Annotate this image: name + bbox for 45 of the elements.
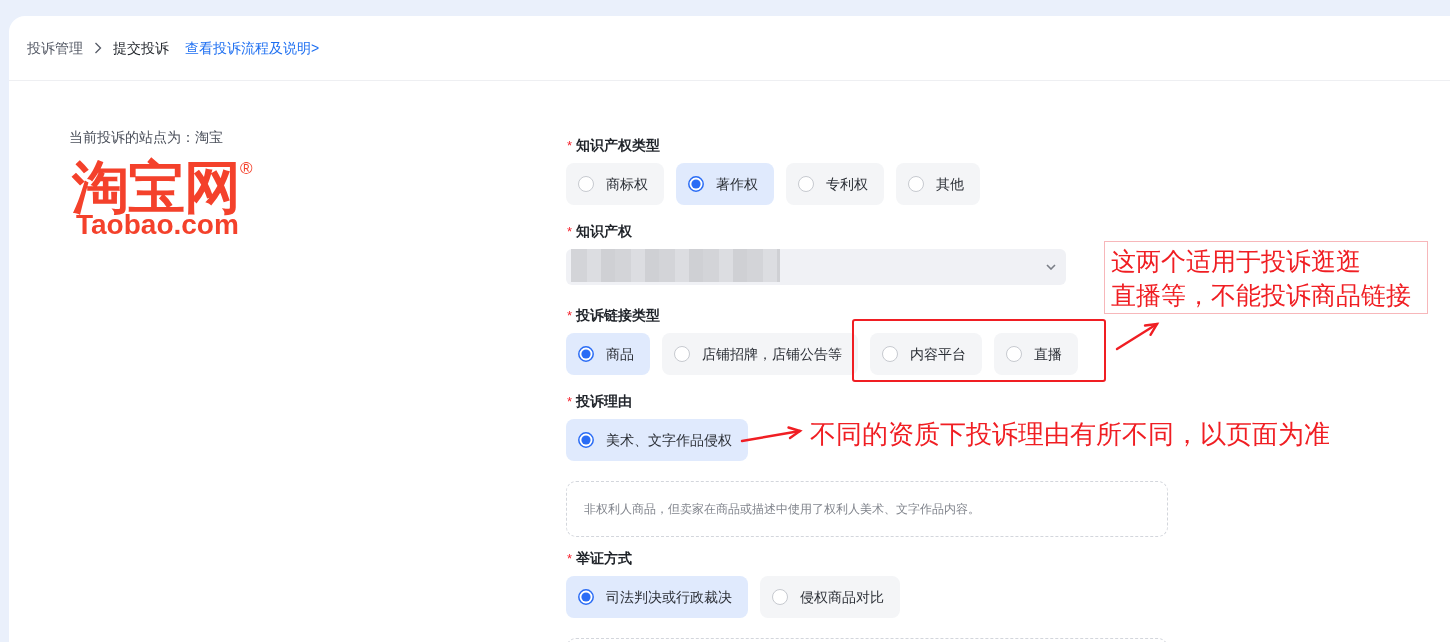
registered-mark: ® bbox=[240, 160, 253, 177]
radio-icon bbox=[578, 176, 594, 192]
field-label: 知识产权类型 bbox=[576, 135, 661, 155]
required-asterisk: * bbox=[567, 137, 573, 153]
description-text: 非权利人商品，但卖家在商品或描述中使用了权利人美术、文字作品内容。 bbox=[584, 501, 980, 518]
radio-icon bbox=[798, 176, 814, 192]
help-link[interactable]: 查看投诉流程及说明> bbox=[185, 37, 320, 59]
field-label: 举证方式 bbox=[576, 548, 633, 568]
radio-option[interactable]: 商品 bbox=[566, 333, 650, 375]
radio-icon bbox=[1006, 346, 1022, 362]
annotation-arrow bbox=[740, 424, 803, 444]
annotation-note: 这两个适用于投诉逛逛 直播等，不能投诉商品链接 bbox=[1104, 241, 1428, 314]
annotation-arrow bbox=[1114, 321, 1160, 352]
radio-selected-icon bbox=[578, 346, 594, 362]
radio-icon bbox=[674, 346, 690, 362]
radio-option[interactable]: 直播 bbox=[994, 333, 1078, 375]
radio-option[interactable]: 专利权 bbox=[786, 163, 884, 205]
chevron-right-icon bbox=[94, 42, 102, 54]
radio-selected-icon bbox=[578, 432, 594, 448]
dropdown-field[interactable] bbox=[566, 249, 1066, 285]
radio-option[interactable]: 商标权 bbox=[566, 163, 664, 205]
radio-option[interactable]: 侵权商品对比 bbox=[760, 576, 900, 618]
radio-selected-icon bbox=[688, 176, 704, 192]
field-label: 投诉理由 bbox=[576, 391, 633, 411]
radio-option[interactable]: 著作权 bbox=[676, 163, 774, 205]
radio-icon bbox=[772, 589, 788, 605]
radio-option[interactable]: 店铺招牌，店铺公告等 bbox=[662, 333, 858, 375]
radio-icon bbox=[908, 176, 924, 192]
radio-option[interactable]: 内容平台 bbox=[870, 333, 982, 375]
chevron-down-icon bbox=[1046, 264, 1056, 270]
annotation-text: 不同的资质下投诉理由有所不同，以页面为准 bbox=[810, 418, 1330, 451]
field-label: 投诉链接类型 bbox=[576, 305, 661, 325]
radio-selected-icon bbox=[578, 589, 594, 605]
breadcrumb-link[interactable]: 投诉管理 bbox=[27, 37, 83, 59]
required-asterisk: * bbox=[567, 550, 573, 566]
breadcrumb-current: 提交投诉 bbox=[113, 38, 169, 58]
required-asterisk: * bbox=[567, 307, 573, 323]
radio-option[interactable]: 美术、文字作品侵权 bbox=[566, 419, 748, 461]
required-asterisk: * bbox=[567, 223, 573, 239]
site-label: 当前投诉的站点为：淘宝 bbox=[69, 128, 223, 147]
field-label: 知识产权 bbox=[576, 221, 633, 241]
required-asterisk: * bbox=[567, 393, 573, 409]
radio-option[interactable]: 司法判决或行政裁决 bbox=[566, 576, 748, 618]
radio-icon bbox=[882, 346, 898, 362]
radio-option[interactable]: 其他 bbox=[896, 163, 980, 205]
